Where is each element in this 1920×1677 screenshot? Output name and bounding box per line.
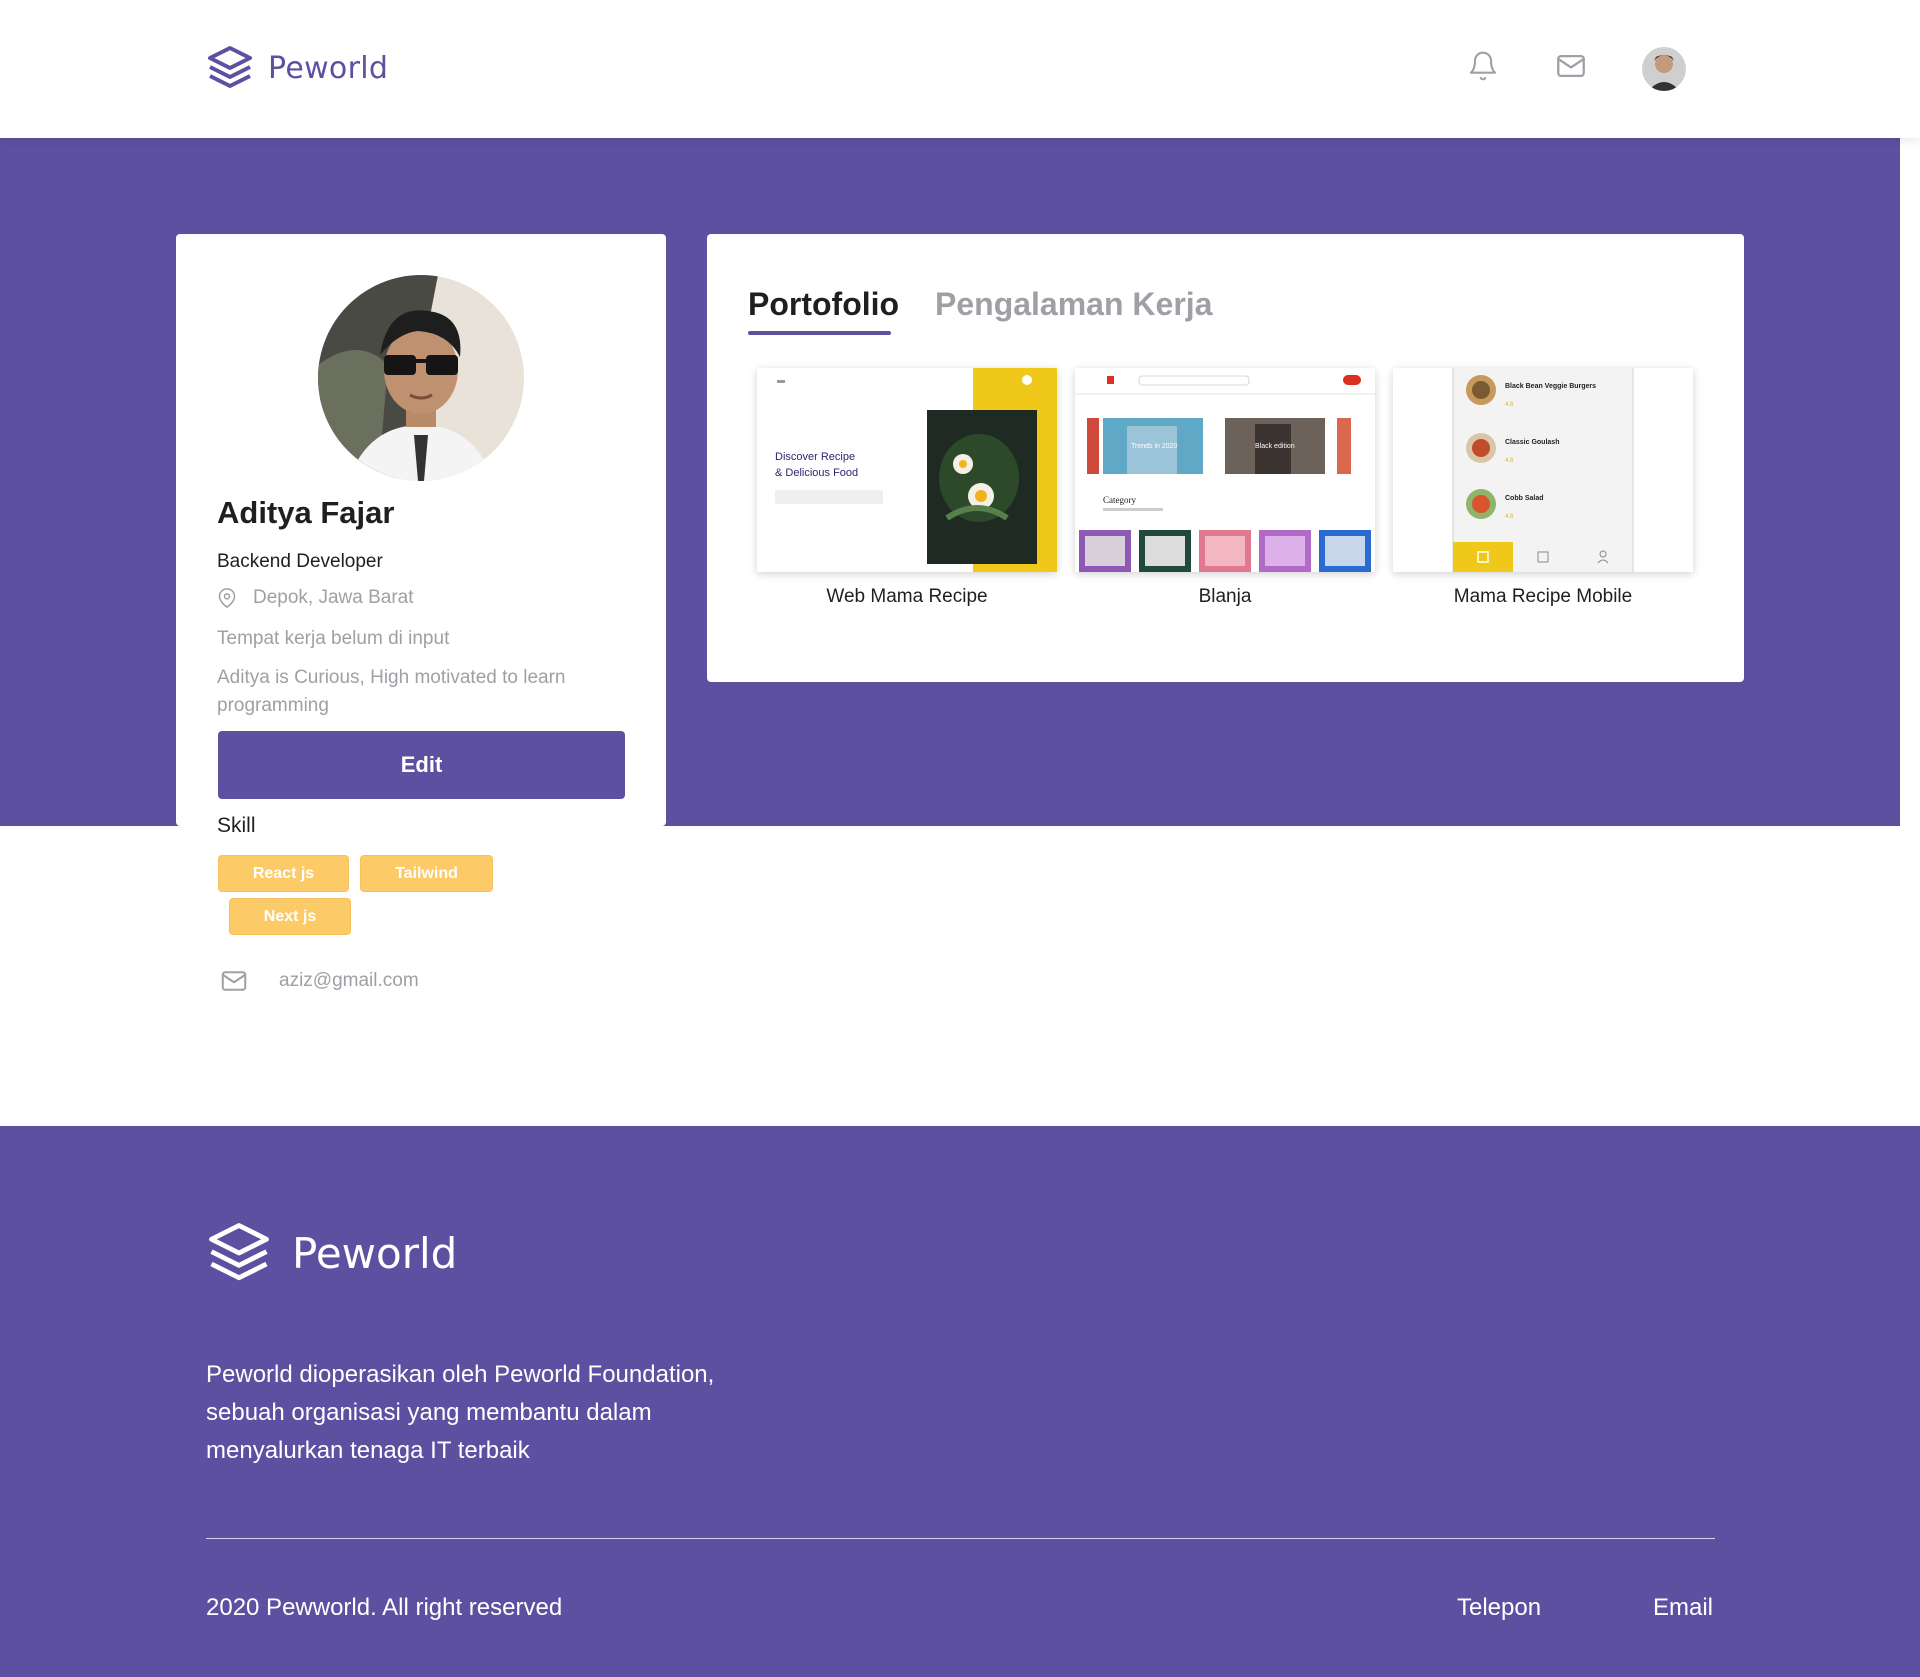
mail-icon[interactable] <box>1553 48 1589 84</box>
preview-recipe: Black Bean Veggie Burgers <box>1505 383 1596 390</box>
preview-recipe: Cobb Salad <box>1505 495 1544 502</box>
brand-name: Peworld <box>268 50 389 86</box>
skill-title: Skill <box>217 814 256 837</box>
preview-rating: 4.6 <box>1505 514 1514 520</box>
preview-section: Category <box>1103 495 1136 505</box>
bell-icon[interactable] <box>1465 48 1501 84</box>
preview-headline: Discover Recipe <box>775 451 855 463</box>
profile-description: Aditya is Curious, High motivated to lea… <box>217 667 566 716</box>
skill-badge: React js <box>218 855 349 892</box>
brand-logo[interactable]: Peworld <box>206 44 388 92</box>
footer-brand-logo: Peworld <box>206 1220 457 1286</box>
profile-location: Depok, Jawa Barat <box>217 587 414 609</box>
skill-badge: Next js <box>229 898 351 935</box>
avatar[interactable] <box>1642 47 1686 91</box>
footer-link-email[interactable]: Email <box>1653 1594 1713 1622</box>
top-navbar: Peworld <box>0 0 1920 138</box>
skill-badge: Tailwind <box>360 855 493 892</box>
mail-icon <box>221 971 247 991</box>
page-edge <box>1900 138 1920 1126</box>
profile-role: Backend Developer <box>217 551 383 572</box>
email-text: aziz@gmail.com <box>279 970 419 991</box>
tab-portofolio[interactable]: Portofolio <box>748 286 899 323</box>
active-tab-indicator <box>748 331 891 335</box>
preview-rating: 4.6 <box>1505 458 1514 464</box>
layers-logo-icon <box>209 1223 269 1281</box>
preview-banner: Black edition <box>1255 443 1295 450</box>
layers-logo-icon <box>208 46 252 88</box>
portfolio-thumbnail-blanja[interactable]: Trends in 2020 Black edition Category <box>1075 368 1375 572</box>
footer-description: Peworld dioperasikan oleh Peworld Founda… <box>206 1361 715 1464</box>
preview-headline: & Delicious Food <box>775 467 858 479</box>
profile-workplace: Tempat kerja belum di input <box>217 628 450 649</box>
portfolio-item-title[interactable]: Blanja <box>1075 586 1375 608</box>
portfolio-item-title[interactable]: Web Mama Recipe <box>757 586 1057 608</box>
profile-photo <box>318 275 524 481</box>
edit-profile-button[interactable]: Edit <box>218 731 625 799</box>
tab-pengalaman-kerja[interactable]: Pengalaman Kerja <box>935 286 1212 323</box>
preview-recipe: Classic Goulash <box>1505 439 1559 446</box>
location-text: Depok, Jawa Barat <box>253 587 414 608</box>
footer-brand-name: Peworld <box>292 1228 458 1278</box>
profile-email[interactable]: aziz@gmail.com <box>217 966 419 996</box>
preview-banner: Trends in 2020 <box>1131 443 1178 450</box>
portfolio-thumbnail-web-mama-recipe[interactable]: Discover Recipe & Delicious Food <box>757 368 1057 572</box>
portfolio-thumbnail-mama-recipe-mobile[interactable]: Black Bean Veggie Burgers 4.6 Classic Go… <box>1393 368 1693 572</box>
profile-name: Aditya Fajar <box>217 495 395 530</box>
portfolio-item-title[interactable]: Mama Recipe Mobile <box>1393 586 1693 608</box>
footer-link-telepon[interactable]: Telepon <box>1457 1594 1541 1622</box>
map-pin-icon <box>218 588 236 608</box>
preview-rating: 4.6 <box>1505 402 1514 408</box>
footer-divider <box>206 1538 1715 1539</box>
footer-copyright: 2020 Pewworld. All right reserved <box>206 1594 563 1621</box>
